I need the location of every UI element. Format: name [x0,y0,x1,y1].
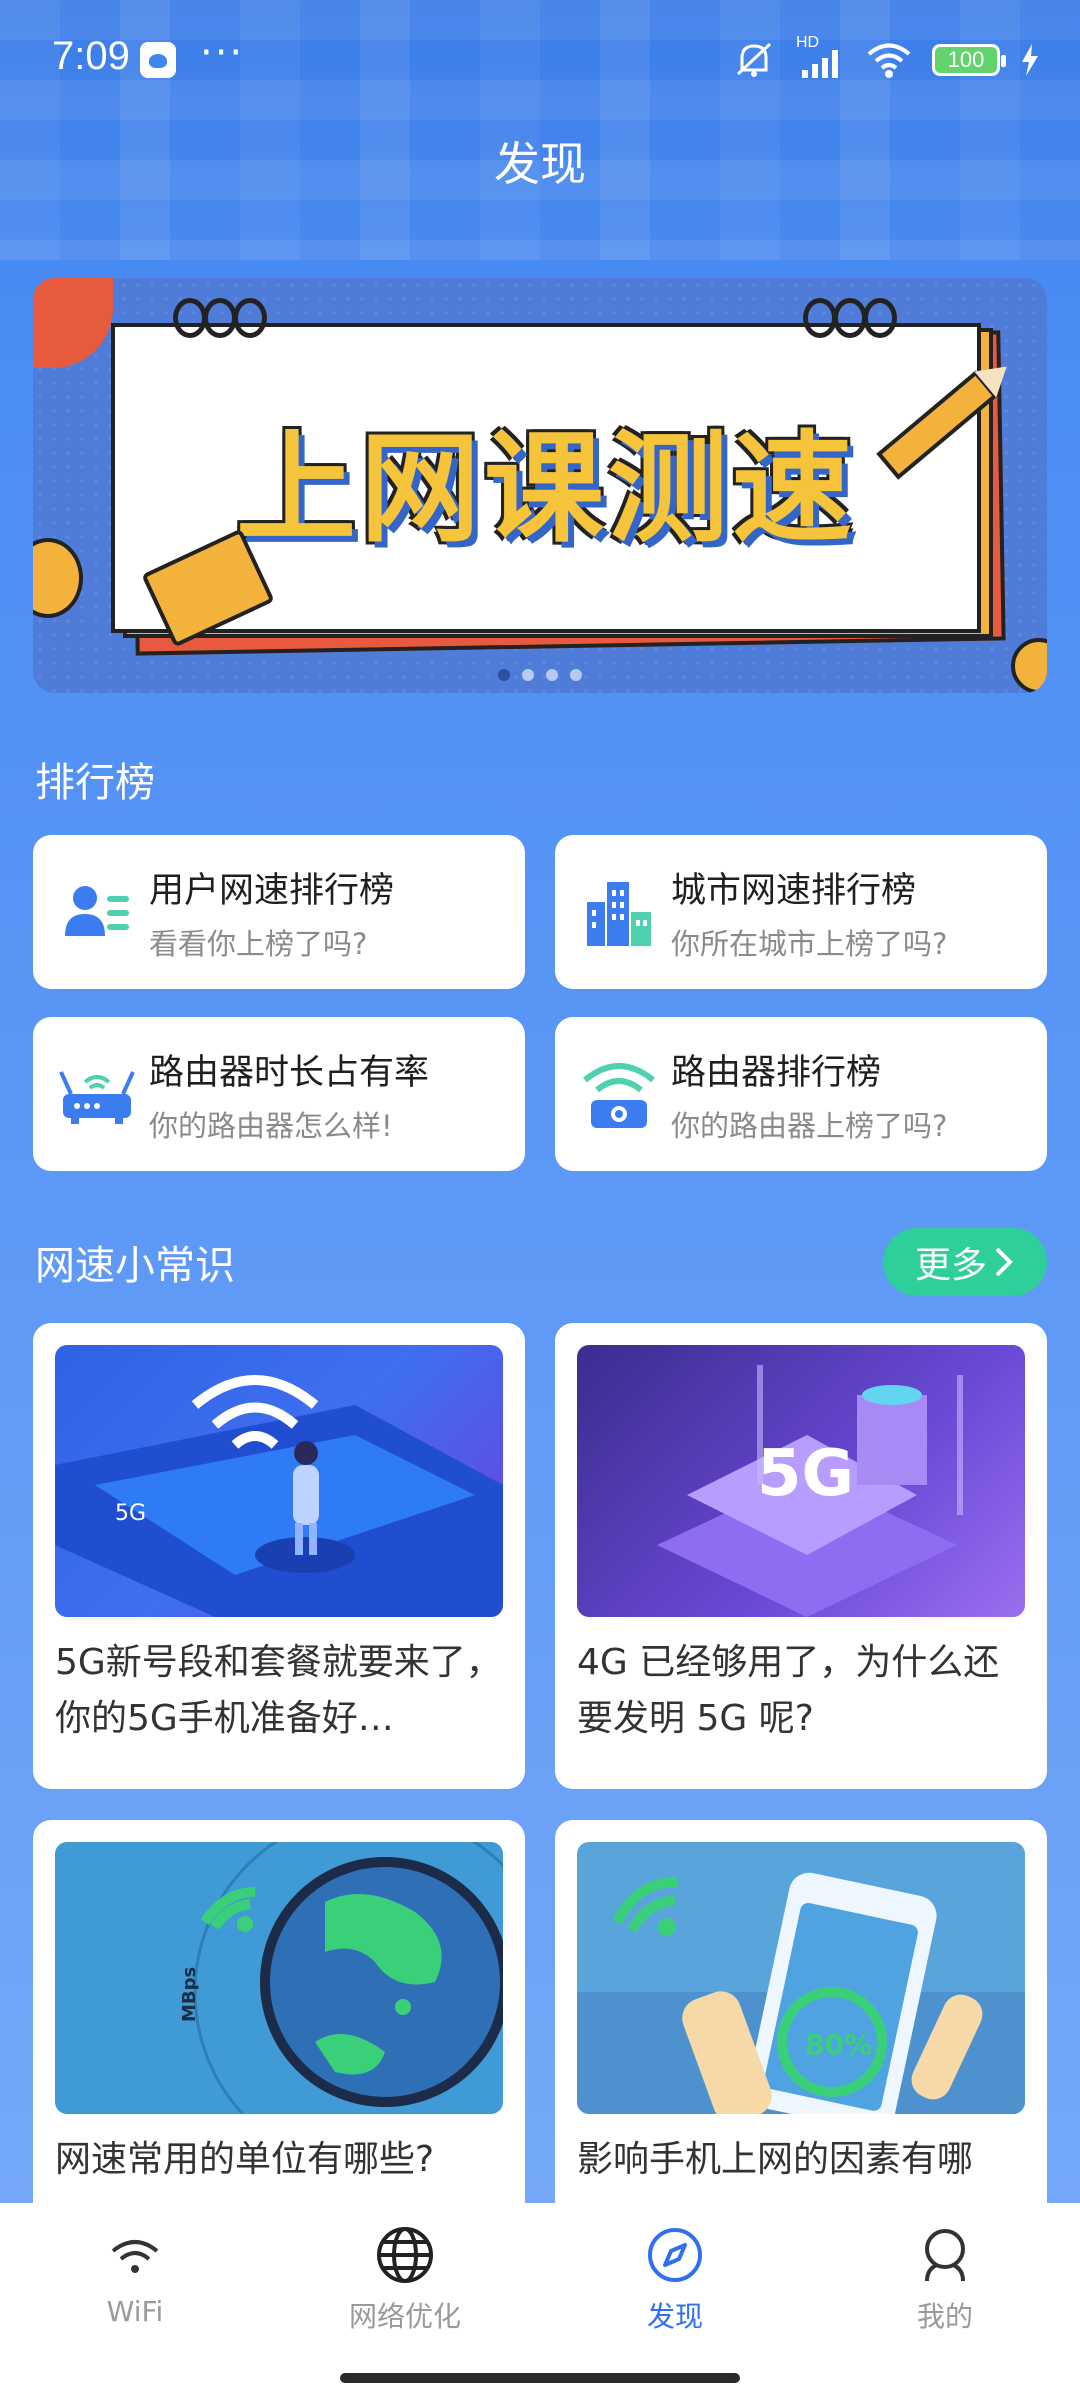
article-card-4g-vs-5g[interactable]: 5G 4G 已经够用了，为什么还要发明 5G 呢? [555,1323,1047,1789]
card-subtitle: 你的路由器上榜了吗? [671,1108,948,1143]
nav-label: WiFi [106,2295,164,2328]
article-image-phone-speed: 80% [577,1842,1025,2114]
article-title: 影响手机上网的因素有哪 [577,2139,974,2180]
article-title: 5G新号段和套餐就要来了，你的5G手机准备好… [55,1642,502,1739]
router-ranking-card[interactable]: 路由器排行榜 你的路由器上榜了吗? [555,1017,1047,1171]
spiral-ring-icon [803,298,837,338]
spiral-ring-icon [233,298,267,338]
city-buildings-icon [579,872,659,952]
spiral-ring-icon [833,298,867,338]
spiral-ring-icon [203,298,237,338]
bottom-navigation: WiFi 网络优化 发现 我的 [0,2203,1080,2400]
wifi-status-icon [867,43,911,78]
spiral-ring-icon [863,298,897,338]
nav-item-network-optimize[interactable]: 网络优化 [270,2203,540,2400]
wifi-icon [105,2225,165,2285]
router-uptime-card[interactable]: 路由器时长占有率 你的路由器怎么样! [33,1017,525,1171]
card-subtitle: 你所在城市上榜了吗? [671,926,948,961]
more-notifications-icon: ··· [200,30,245,76]
user-speed-ranking-card[interactable]: 用户网速排行榜 看看你上榜了吗? [33,835,525,989]
article-card-speed-units[interactable]: MBps 网速常用的单位有哪些? [33,1820,525,2240]
article-title: 网速常用的单位有哪些? [55,2139,435,2180]
promo-banner[interactable]: 上网课测速 [33,278,1047,693]
nav-label: 发现 [646,2300,703,2333]
article-image-5g-phone: 5G [55,1345,503,1617]
spiral-ring-icon [173,298,207,338]
article-image-caption: 80% [805,2028,872,2061]
page-title: 发现 [494,137,586,191]
article-card-5g-number[interactable]: 5G 5G新号段和套餐就要来了，你的5G手机准备好… [33,1323,525,1789]
nav-label: 网络优化 [348,2300,461,2333]
card-title: 城市网速排行榜 [671,870,917,911]
city-speed-ranking-card[interactable]: 城市网速排行榜 你所在城市上榜了吗? [555,835,1047,989]
globe-icon [375,2225,435,2285]
compass-icon [645,2225,705,2285]
person-icon [915,2225,975,2285]
router-icon [57,1054,137,1134]
nav-label: 我的 [916,2300,973,2333]
home-indicator[interactable] [340,2373,740,2383]
ranking-section-title: 排行榜 [35,760,155,806]
card-subtitle: 看看你上榜了吗? [149,926,368,961]
more-button[interactable]: 更多 [883,1228,1047,1296]
banner-pager [33,669,1047,681]
banner-decoration [1011,638,1047,693]
card-title: 用户网速排行榜 [149,870,395,911]
pager-dot[interactable] [570,669,582,681]
article-image-5g-building: 5G [577,1345,1025,1617]
card-title: 路由器时长占有率 [149,1052,430,1093]
mute-bell-icon [736,42,772,77]
banner-decoration [33,278,113,368]
charging-icon [1022,44,1038,76]
banner-headline: 上网课测速 [236,420,856,559]
baidu-app-icon [140,42,176,78]
article-image-caption: 5G [757,1437,854,1511]
chevron-right-icon [995,1247,1013,1277]
article-card-phone-factors[interactable]: 80% 影响手机上网的因素有哪 [555,1820,1047,2240]
status-bar: 7:09 ··· HD 100 [0,0,1080,120]
article-title: 4G 已经够用了，为什么还要发明 5G 呢? [577,1642,1000,1739]
nav-item-mine[interactable]: 我的 [810,2203,1080,2400]
wifi-camera-icon [579,1054,659,1134]
card-subtitle: 你的路由器怎么样! [149,1108,393,1143]
tips-section-title: 网速小常识 [35,1243,235,1289]
signal-icon: HD [796,34,846,80]
battery-icon: 100 [932,44,1006,76]
article-image-globe: MBps [55,1842,503,2114]
article-image-caption: 5G [115,1501,146,1526]
user-list-icon [57,872,137,952]
status-time: 7:09 [52,34,130,78]
status-icons: HD 100 [732,34,1040,80]
nav-item-discover[interactable]: 发现 [540,2203,810,2400]
article-image-caption: MBps [179,1967,200,2022]
banner-decoration [33,538,83,618]
pager-dot-active[interactable] [498,669,510,681]
pager-dot[interactable] [546,669,558,681]
pager-dot[interactable] [522,669,534,681]
nav-item-wifi[interactable]: WiFi [0,2203,270,2400]
card-title: 路由器排行榜 [671,1052,882,1093]
more-button-label: 更多 [914,1245,987,1286]
